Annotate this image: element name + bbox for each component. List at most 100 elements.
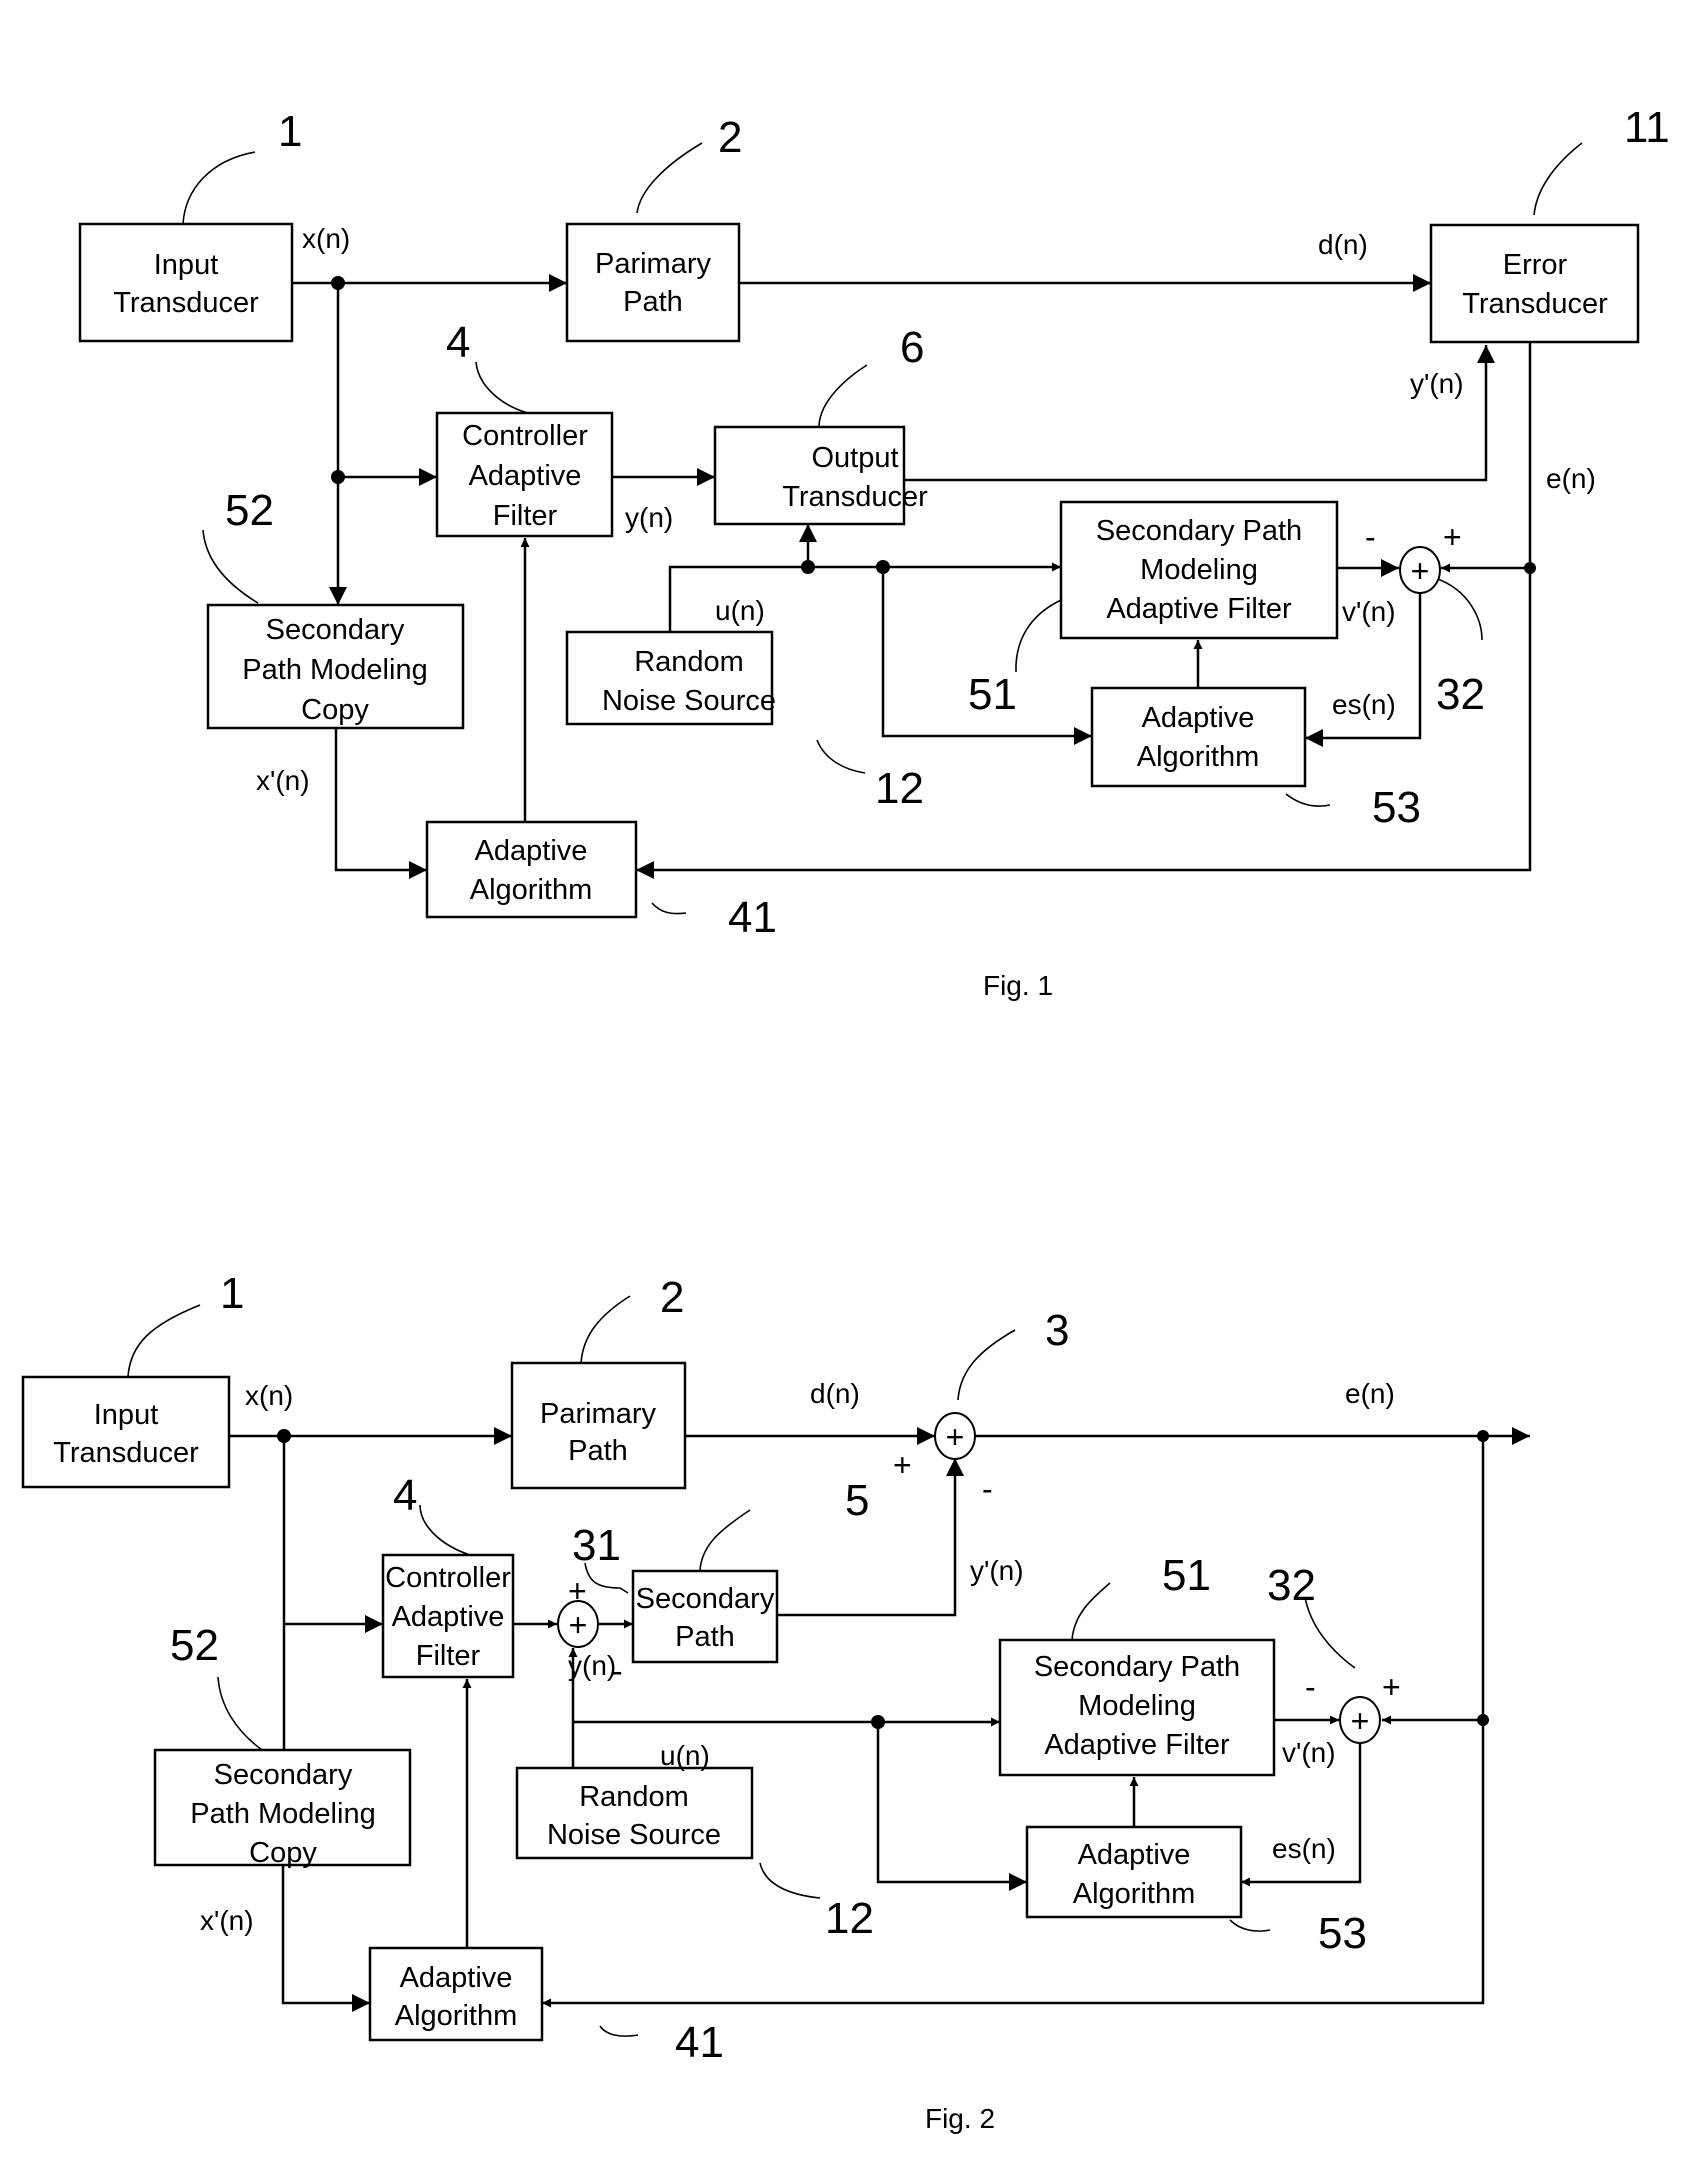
signal-label-x-prime: x'(n) [200,1905,254,1936]
leader-line [182,151,256,225]
ref-numeral: 4 [393,1471,417,1520]
signal-label-v-prime: v'(n) [1282,1737,1336,1768]
block-label: Error [1503,249,1568,281]
signal-label-u: u(n) [660,1740,710,1771]
signal-label-u: u(n) [715,595,765,626]
sign-minus: - [982,1471,993,1507]
summing-junction-3[interactable]: + [934,1412,976,1460]
block-error-transducer[interactable]: Error Transducer [1429,223,1640,344]
block-label: Adaptive [400,1962,513,1994]
figure-1: Input Transducer Parimary Path Error Tra… [78,103,1670,1001]
block-input-transducer[interactable]: Input Transducer [78,222,294,343]
signal-label-v-prime: v'(n) [1342,596,1396,627]
signal-label-y-prime: y'(n) [970,1555,1024,1586]
ref-numeral: 31 [572,1521,621,1570]
block-random-noise-source[interactable]: Random Noise Source [515,1766,754,1860]
ref-numeral: 2 [718,113,742,162]
block-label: Adaptive Filter [1044,1729,1230,1761]
signal-label-y: y(n) [568,1650,616,1681]
junction-dot [876,560,890,574]
ref-numeral: 1 [220,1269,244,1318]
junction-dot [331,276,345,290]
ref-numeral: 4 [446,318,470,367]
block-adaptive-algorithm-53[interactable]: Adaptive Algorithm [1025,1825,1243,1919]
summing-junction-32[interactable]: + [1399,546,1441,594]
ref-numeral: 2 [660,1273,684,1322]
block-label: Algorithm [470,874,593,906]
block-label: Algorithm [1137,741,1260,773]
block-label: Path Modeling [242,654,427,686]
block-label: Adaptive Filter [1106,593,1292,625]
block-secondary-path-modeling-copy[interactable]: Secondary Path Modeling Copy [153,1748,412,1869]
junction-dot [331,470,345,484]
block-label: Transducer [53,1437,199,1469]
block-label: Path Modeling [190,1798,375,1830]
block-label: Modeling [1078,1690,1196,1722]
leader-line [1015,599,1062,673]
block-label: Transducer [113,287,259,319]
block-secondary-path-modeling-copy[interactable]: Secondary Path Modeling Copy [206,603,465,730]
signal-label-y-prime: y'(n) [1410,368,1464,399]
block-controller-adaptive-filter[interactable]: Controller Adaptive Filter [381,1553,515,1679]
leader-line [419,1504,471,1556]
signal-label-x: x(n) [302,223,350,254]
sum-symbol: + [1411,553,1430,589]
wire-output-to-error [904,345,1495,482]
sum-symbol: + [569,1607,588,1643]
leader-line [759,1862,821,1899]
ref-numeral: 51 [968,670,1017,719]
wire-copy-to-algo41 [334,728,427,879]
block-label: Adaptive [392,1601,505,1633]
leader-line [636,142,703,214]
leader-line [1229,1919,1271,1932]
block-secondary-path[interactable]: Secondary Path [631,1569,779,1664]
block-label: Path [675,1621,735,1653]
signal-label-e: e(n) [1546,463,1596,494]
block-secondary-path-modeling-adaptive-filter[interactable]: Secondary Path Modeling Adaptive Filter [998,1638,1276,1777]
signal-label-x: x(n) [245,1380,293,1411]
block-controller-adaptive-filter[interactable]: Controller Adaptive Filter [435,411,614,538]
figure-caption: Fig. 1 [983,970,1053,1001]
signal-label-d: d(n) [1318,229,1368,260]
block-secondary-path-modeling-adaptive-filter[interactable]: Secondary Path Modeling Adaptive Filter [1059,500,1339,640]
leader-line [816,739,866,774]
block-label: Adaptive [475,835,588,867]
block-label: Secondary [214,1759,353,1791]
block-output-transducer[interactable]: Output Transducer [713,425,928,526]
leader-line [1071,1582,1111,1641]
block-label: Secondary [266,614,405,646]
leader-line [699,1509,751,1571]
ref-numeral: 3 [1045,1306,1069,1355]
junction-dot [801,560,815,574]
block-label: Copy [301,694,369,726]
signal-label-d: d(n) [810,1378,860,1409]
ref-numeral: 41 [728,893,777,942]
summing-junction-32[interactable]: + [1339,1696,1381,1744]
leader-line [1285,793,1331,807]
block-label: Controller [385,1562,511,1594]
figure-caption: Fig. 2 [925,2103,995,2134]
block-primary-path[interactable]: Parimary Path [510,1361,687,1490]
block-primary-path[interactable]: Parimary Path [565,222,741,343]
ref-numeral: 12 [825,1894,874,1943]
block-label: Algorithm [395,2000,518,2032]
leader-line [1434,577,1483,641]
block-label: Parimary [540,1398,657,1430]
leader-line [217,1676,263,1751]
signal-label-es: es(n) [1272,1833,1336,1864]
block-adaptive-algorithm-41[interactable]: Adaptive Algorithm [368,1946,544,2042]
leader-line [651,902,687,915]
junction-dot [1477,1430,1489,1442]
junction-dot [277,1429,291,1443]
block-adaptive-algorithm-53[interactable]: Adaptive Algorithm [1090,686,1307,788]
wire-copy-to-algo41 [281,1865,370,2012]
block-label: Algorithm [1073,1878,1196,1910]
block-input-transducer[interactable]: Input Transducer [21,1375,231,1489]
ref-numeral: 52 [170,1621,219,1670]
ref-numeral: 5 [845,1476,869,1525]
block-random-noise-source[interactable]: Random Noise Source [565,630,776,726]
block-adaptive-algorithm-41[interactable]: Adaptive Algorithm [425,820,638,919]
block-label: Noise Source [602,685,776,717]
block-label: Secondary Path [1096,515,1302,547]
block-label: Path [568,1435,628,1467]
